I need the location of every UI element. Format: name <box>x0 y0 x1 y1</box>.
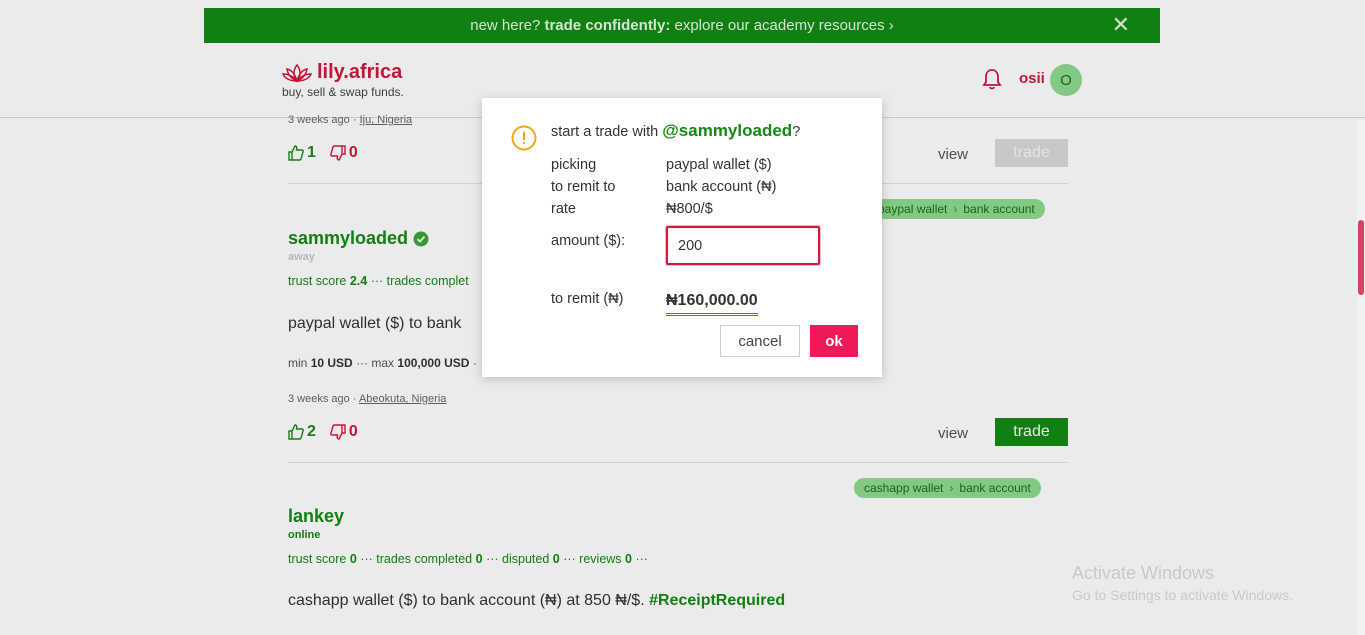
ok-button[interactable]: ok <box>810 325 858 357</box>
windows-watermark: Activate Windows Go to Settings to activ… <box>1072 563 1293 603</box>
cancel-button[interactable]: cancel <box>720 325 800 357</box>
scrollbar-thumb[interactable] <box>1358 220 1364 295</box>
dialog-title: start a trade with @sammyloaded? <box>551 121 801 140</box>
warning-icon <box>511 125 537 151</box>
trade-dialog: start a trade with @sammyloaded? picking… <box>482 98 882 377</box>
trader-handle: @sammyloaded <box>662 121 793 140</box>
to-remit-value: ₦160,000.00 <box>666 292 758 316</box>
amount-input[interactable] <box>666 226 820 265</box>
scrollbar[interactable] <box>1357 120 1365 635</box>
